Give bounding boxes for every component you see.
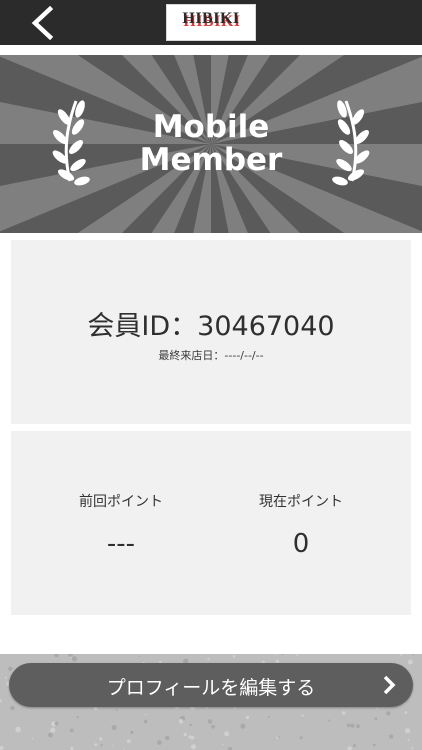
logo-text: HIBIKI [182,10,240,27]
current-points-label: 現在ポイント [259,494,343,510]
previous-points-label: 前回ポイント [79,494,163,510]
texture-speckle [143,719,148,724]
texture-speckle [10,705,15,711]
texture-speckle [222,743,224,746]
texture-speckle [189,723,192,727]
texture-speckle [356,724,360,728]
member-id-card: 会員ID：30467040 最終来店日：----/--/-- [11,240,411,424]
texture-speckle [232,655,236,658]
texture-speckle [245,715,250,720]
texture-speckle [407,738,410,741]
points-card: 前回ポイント --- 現在ポイント 0 [11,431,411,615]
edit-profile-label: プロフィールを編集する [106,677,316,699]
last-visit-value: ----/--/-- [224,349,264,362]
texture-speckle [94,743,98,747]
texture-speckle [353,744,357,748]
texture-speckle [376,707,379,710]
back-button[interactable] [28,5,58,41]
mobile-member-banner: Mobile Member [0,55,422,233]
texture-speckle [404,702,406,705]
texture-speckle [386,711,391,716]
texture-speckle [350,723,355,728]
chevron-right-icon [383,675,396,695]
texture-speckle [54,721,59,726]
texture-speckle [301,714,304,717]
texture-speckle [76,716,79,719]
chevron-left-icon [31,5,54,41]
texture-speckle [372,743,376,747]
texture-speckle [70,656,72,659]
texture-speckle [48,732,53,738]
texture-speckle [211,724,216,729]
texture-speckle [240,723,246,729]
texture-speckle [328,719,331,722]
member-id-label: 会員ID： [87,311,198,342]
last-visit-label: 最終来店日： [158,349,225,362]
texture-speckle [206,706,208,709]
texture-speckle [224,731,230,737]
texture-speckle [296,654,299,657]
texture-speckle [99,737,103,741]
hero-title: Mobile Member [0,111,422,177]
texture-speckle [115,709,118,712]
current-points-value: 0 [292,529,310,559]
texture-speckle [408,659,413,665]
texture-speckle [207,657,210,661]
texture-speckle [267,715,270,718]
texture-speckle [207,719,213,724]
texture-speckle [165,735,170,741]
texture-speckle [233,707,236,710]
texture-speckle [178,719,184,724]
texture-speckle [144,713,147,716]
last-visit-row: 最終来店日：----/--/-- [11,347,411,363]
texture-speckle [404,711,408,714]
texture-speckle [15,726,21,733]
texture-speckle [275,654,277,656]
current-points: 現在ポイント 0 [201,491,401,559]
member-id-row: 会員ID：30467040 [11,311,411,343]
member-id-value: 30467040 [197,311,335,342]
texture-speckle [71,656,78,662]
texture-speckle [411,747,414,750]
texture-speckle [388,734,394,739]
texture-speckle [4,676,7,679]
texture-speckle [374,717,378,720]
texture-speckle [138,655,141,658]
texture-speckle [8,666,13,671]
texture-speckle [346,723,351,728]
texture-speckle [130,730,134,734]
texture-speckle [341,711,346,715]
texture-speckle [31,737,34,740]
texture-speckle [191,744,196,750]
brand-logo: HIBIKI HIBIKI [166,4,256,41]
previous-points: 前回ポイント --- [21,491,221,559]
texture-speckle [183,732,187,737]
texture-speckle [112,745,114,747]
texture-speckle [69,728,74,733]
top-navigation-bar: HIBIKI HIBIKI [0,0,422,45]
texture-speckle [276,736,279,739]
previous-points-value: --- [106,529,136,559]
texture-speckle [188,735,192,739]
texture-speckle [111,725,117,731]
texture-speckle [126,739,131,743]
edit-profile-button[interactable]: プロフィールを編集する [9,663,413,707]
texture-speckle [405,728,411,734]
texture-speckle [299,736,303,740]
hero-title-line-2: Member [139,142,283,178]
hero-title-line-1: Mobile [152,109,270,145]
texture-speckle [50,727,56,733]
texture-speckle [100,744,103,747]
texture-speckle [157,740,162,745]
